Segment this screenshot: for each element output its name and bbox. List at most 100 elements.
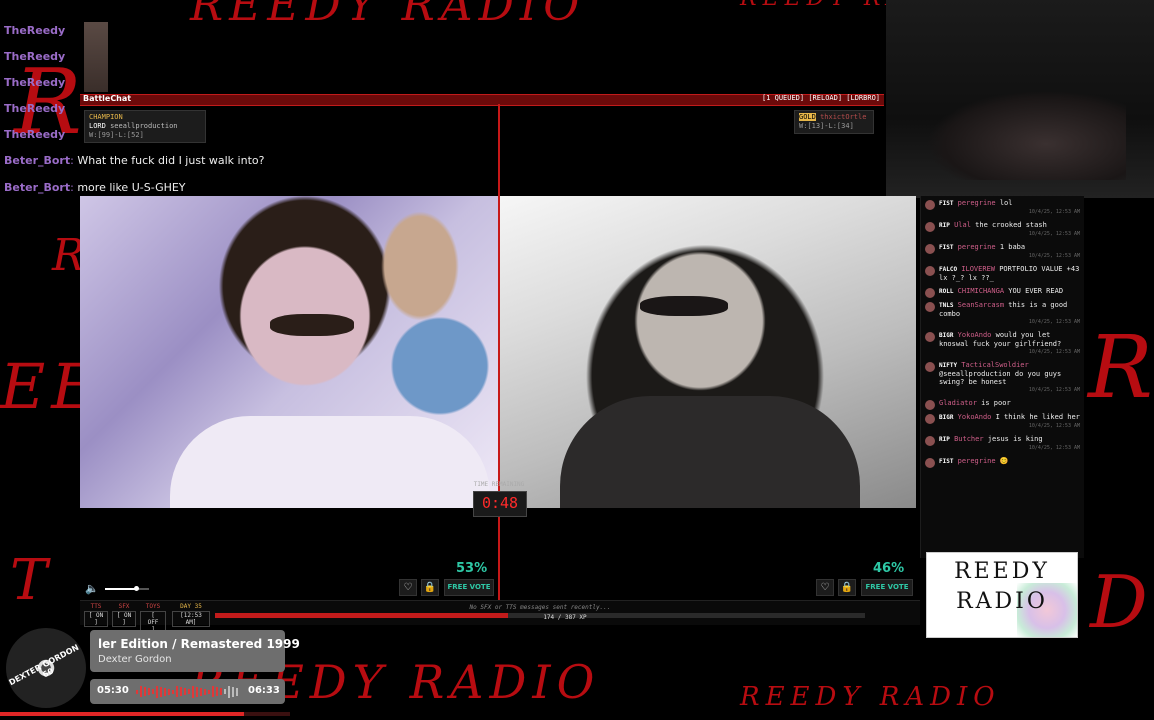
overlay-user: TheReedy bbox=[4, 76, 66, 89]
waveform-bar bbox=[172, 689, 174, 694]
overlay-user: TheReedy bbox=[4, 50, 66, 63]
waveform-bar bbox=[136, 689, 138, 694]
logo-line-2: RADIO bbox=[956, 589, 1048, 614]
chat-timestamp: 10/4/25, 12:53 AM bbox=[1028, 209, 1080, 215]
reload-button[interactable]: [RELOAD] bbox=[808, 94, 842, 102]
chat-username: Butcher bbox=[954, 435, 984, 443]
elapsed-time: 05:30 bbox=[97, 685, 129, 696]
waveform-bar bbox=[148, 688, 150, 695]
streamer-webcam bbox=[886, 0, 1154, 198]
queued-count: [1 QUEUED] bbox=[761, 94, 805, 102]
overlay-message: Beter_Bort: What the fuck did I just wal… bbox=[4, 154, 265, 167]
chat-username: ILOVEREW bbox=[961, 265, 995, 273]
left-video bbox=[80, 196, 498, 508]
waveform-bar bbox=[216, 687, 218, 696]
heart-icon[interactable]: ♡ bbox=[816, 579, 834, 596]
battle-title: BattleChat bbox=[83, 94, 132, 103]
waveform-bar bbox=[208, 689, 210, 694]
chat-avatar bbox=[925, 332, 935, 342]
chat-badge: FALCO bbox=[939, 266, 958, 273]
logo-line-1: REEDY bbox=[954, 559, 1050, 584]
waveform-bar bbox=[168, 688, 170, 695]
chat-avatar bbox=[925, 222, 935, 232]
chat-timestamp: 10/4/25, 12:53 AM bbox=[1028, 423, 1080, 429]
overlay-user: TheReedy bbox=[4, 24, 66, 37]
waveform-bar bbox=[192, 685, 194, 698]
volume-slider[interactable] bbox=[105, 586, 149, 591]
chat-badge: ROLL bbox=[939, 288, 954, 295]
chat-text: lol bbox=[999, 199, 1013, 207]
chat-avatar bbox=[925, 436, 935, 446]
waveform-bar bbox=[164, 687, 166, 696]
day-clock: DAY 35 [12:53 AM] bbox=[172, 603, 210, 627]
chat-message: FALCO ILOVEREW PORTFOLIO VALUE +43 lx ?_… bbox=[921, 262, 1084, 284]
waveform-bar bbox=[180, 687, 182, 696]
waveform-bar bbox=[140, 686, 142, 697]
right-video bbox=[500, 196, 916, 508]
chat-message: ROLL CHIMICHANGA YOU EVER READ bbox=[921, 284, 1084, 298]
battle-header: BattleChat [1 QUEUED] [RELOAD] [LDRBRO] bbox=[80, 94, 884, 106]
scrawl-letter: T bbox=[10, 548, 54, 613]
chat-text: 😊 bbox=[999, 457, 1009, 465]
track-artist: Dexter Gordon bbox=[98, 654, 172, 665]
battle-timer: 0:48 bbox=[473, 491, 527, 517]
chat-message: FIST peregrine 1 baba 10/4/25, 12:53 AM bbox=[921, 240, 1084, 262]
tts-toggle[interactable]: TTS[ ON ] bbox=[84, 603, 108, 627]
reedy-radio-scrawl-top: REEDY RADIO bbox=[190, 0, 586, 31]
track-duration: 06:33 bbox=[248, 685, 280, 696]
heart-icon[interactable]: ♡ bbox=[399, 579, 417, 596]
waveform-bar bbox=[184, 688, 186, 695]
waveform-bar bbox=[204, 688, 206, 695]
chat-message: BIGR YokoAndo would you let knoswal fuck… bbox=[921, 328, 1084, 358]
volume-icon[interactable]: 🔈 bbox=[85, 582, 99, 595]
left-vote-percent: 53% bbox=[456, 561, 488, 576]
overlay-message: Beter_Bort: more like U-S-GHEY bbox=[4, 181, 186, 194]
waveform-bar bbox=[224, 689, 226, 694]
chat-badge: TNLS bbox=[939, 302, 954, 309]
chat-badge: FIST bbox=[939, 458, 954, 465]
now-playing-card: ler Edition / Remastered 1999 Dexter Gor… bbox=[90, 630, 300, 672]
waveform-bar bbox=[212, 686, 214, 697]
chat-text: is poor bbox=[981, 399, 1011, 407]
left-free-vote-button[interactable]: FREE VOTE bbox=[444, 579, 494, 596]
overlay-user: TheReedy bbox=[4, 128, 66, 141]
chat-avatar bbox=[925, 266, 935, 276]
chat-avatar bbox=[925, 244, 935, 254]
waveform-bar bbox=[220, 688, 222, 695]
chat-username: SeanSarcasm bbox=[957, 301, 1005, 309]
waveform-bar bbox=[200, 687, 202, 696]
chat-text: YOU EVER READ bbox=[1008, 287, 1064, 295]
right-free-vote-button[interactable]: FREE VOTE bbox=[861, 579, 913, 596]
waveform-bar bbox=[196, 686, 198, 697]
chat-message: BIGR YokoAndo I think he liked her 10/4/2… bbox=[921, 410, 1084, 432]
time-remaining-label: TIME REMAINING bbox=[473, 481, 525, 488]
chat-username: peregrine bbox=[957, 199, 996, 207]
chat-message: TNLS SeanSarcasm this is a good combo 10/… bbox=[921, 298, 1084, 328]
chat-text: jesus is king bbox=[987, 435, 1043, 443]
album-disc: DEXTER GORDON 60 bbox=[6, 628, 86, 708]
sfx-toggle[interactable]: SFX[ ON ] bbox=[112, 603, 136, 627]
chat-avatar bbox=[925, 414, 935, 424]
chat-avatar bbox=[925, 458, 935, 468]
chat-timestamp: 10/4/25, 12:53 AM bbox=[1028, 253, 1080, 259]
waveform-bar bbox=[236, 687, 238, 696]
chat-badge: BIGR bbox=[939, 414, 954, 421]
waveform-bar bbox=[188, 689, 190, 694]
scrawl-letter: D bbox=[1090, 560, 1154, 644]
lock-icon[interactable]: 🔒 bbox=[421, 579, 439, 596]
chat-timestamp: 10/4/25, 12:53 AM bbox=[1028, 349, 1080, 355]
waveform-bar bbox=[232, 686, 234, 697]
reedy-radio-scrawl-bottom-right: REEDY RADIO bbox=[740, 682, 1001, 712]
right-player-tag: GOLD thxictOrtle W:[13]-L:[34] bbox=[794, 110, 874, 134]
chat-badge: NIFTY bbox=[939, 362, 958, 369]
chat-username: peregrine bbox=[957, 243, 996, 251]
chat-badge: BIGR bbox=[939, 332, 954, 339]
chat-avatar bbox=[925, 288, 935, 298]
chat-timestamp: 10/4/25, 12:53 AM bbox=[1028, 231, 1080, 237]
chat-message: Gladiator is poor bbox=[921, 396, 1084, 410]
scrawl-letter: R bbox=[1088, 318, 1154, 418]
lordbro-button[interactable]: [LDRBRO] bbox=[846, 94, 880, 102]
lock-icon[interactable]: 🔒 bbox=[838, 579, 856, 596]
chat-text: 1 baba bbox=[999, 243, 1026, 251]
chat-username: YokoAndo bbox=[957, 413, 992, 421]
